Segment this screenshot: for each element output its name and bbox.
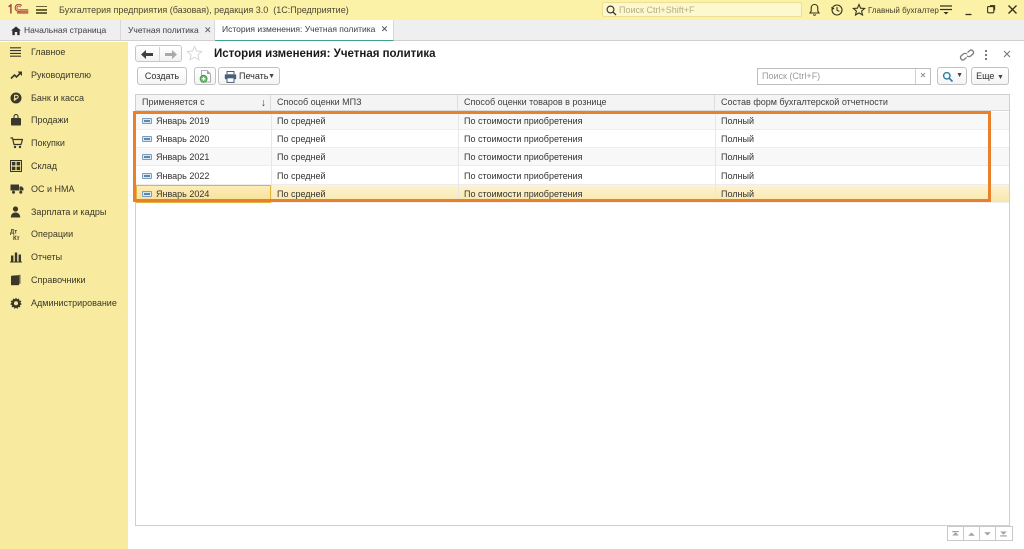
svg-text:Дт: Дт [10,230,17,236]
svg-text:Кт: Кт [13,236,20,241]
